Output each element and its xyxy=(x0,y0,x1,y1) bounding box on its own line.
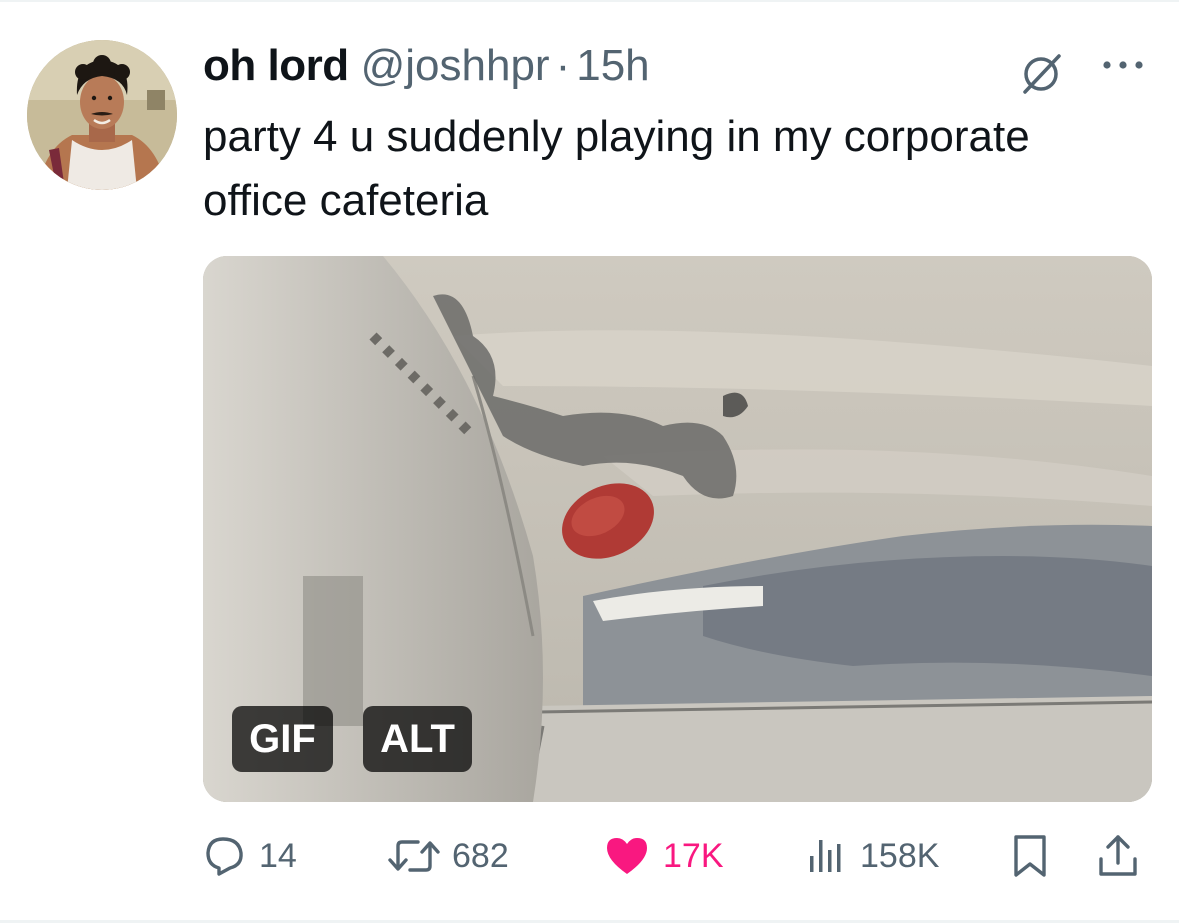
like-icon xyxy=(607,838,647,874)
repost-icon xyxy=(388,840,440,872)
display-name[interactable]: oh lord xyxy=(203,38,349,94)
post-time[interactable]: 15h xyxy=(576,38,649,94)
alt-badge[interactable]: ALT xyxy=(363,706,472,772)
user-handle[interactable]: @joshhpr xyxy=(361,38,550,94)
bookmark-icon xyxy=(1014,835,1046,877)
avatar[interactable] xyxy=(27,40,177,190)
reply-icon xyxy=(206,837,243,876)
like-count: 17K xyxy=(663,836,724,875)
header-separator: · xyxy=(555,41,571,90)
top-divider xyxy=(0,0,1179,2)
reply-button[interactable]: 14 xyxy=(203,828,297,884)
reply-count: 14 xyxy=(259,836,297,875)
gif-frame xyxy=(203,256,1152,802)
more-icon[interactable] xyxy=(1097,52,1149,82)
views-icon xyxy=(810,840,841,872)
media-gif[interactable]: GIF ALT xyxy=(203,256,1152,802)
grok-icon[interactable] xyxy=(1019,52,1063,96)
avatar-image xyxy=(27,40,177,190)
share-button[interactable] xyxy=(1096,828,1140,884)
views-button[interactable]: 158K xyxy=(804,828,939,884)
repost-button[interactable]: 682 xyxy=(388,828,509,884)
views-count: 158K xyxy=(860,836,940,875)
like-button[interactable]: 17K xyxy=(603,828,724,884)
share-icon xyxy=(1099,835,1137,876)
tweet-text: party 4 u suddenly playing in my corpora… xyxy=(203,112,1030,225)
tweet-header: oh lord @joshhpr · 15h xyxy=(203,38,650,94)
action-bar: 14 682 17K 158K xyxy=(0,828,1179,884)
gif-badge: GIF xyxy=(232,706,333,772)
bookmark-button[interactable] xyxy=(1010,828,1050,884)
repost-count: 682 xyxy=(452,836,509,875)
